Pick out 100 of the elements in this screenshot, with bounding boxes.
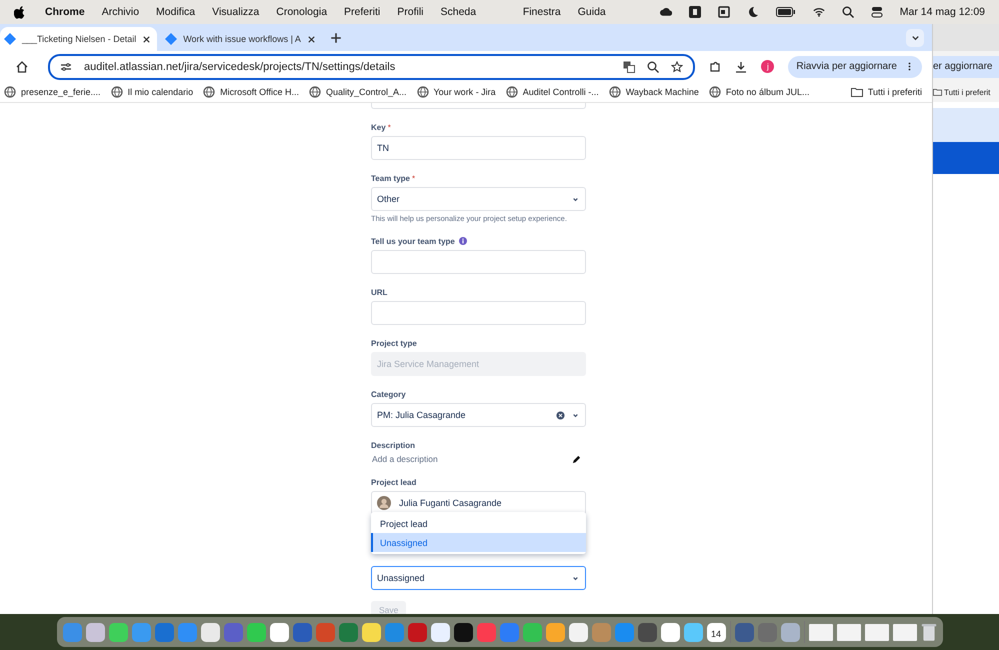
description-placeholder[interactable]: Add a description <box>372 454 438 464</box>
window-thumbnail[interactable] <box>808 624 832 640</box>
bookmark[interactable]: presenze_e_ferie.... <box>4 86 101 98</box>
app-icon[interactable] <box>86 622 104 642</box>
text-field[interactable] <box>371 301 586 325</box>
globe-icon <box>4 86 16 98</box>
chevron-icon <box>910 33 920 42</box>
menu-item[interactable]: Archivio <box>102 6 140 18</box>
dropdown-option[interactable]: Project lead <box>371 514 586 533</box>
bookmark[interactable]: Microsoft Office H... <box>203 86 299 98</box>
bookmark[interactable]: Your work - Jira <box>416 86 496 98</box>
address-bar[interactable]: auditel.atlassian.net/jira/servicedesk/projects/TN/settings/details <box>48 54 696 80</box>
download-icon[interactable] <box>735 60 748 72</box>
field-label: Project lead <box>371 478 416 486</box>
app-icon[interactable] <box>638 622 656 642</box>
globe-icon <box>708 86 721 98</box>
control-center-icon[interactable] <box>870 6 883 18</box>
select-field[interactable]: PM: Julia Casagrande <box>371 403 586 427</box>
text-field[interactable]: TN <box>371 136 586 160</box>
search-icon[interactable] <box>842 6 854 18</box>
field-label: Team type <box>371 174 410 182</box>
battery-icon[interactable] <box>776 6 796 18</box>
bookmark[interactable]: Auditel Controlli -... <box>506 86 599 98</box>
header-bar <box>933 142 999 174</box>
menu-item[interactable]: Cronologia <box>276 6 328 18</box>
app-icon[interactable] <box>684 622 702 642</box>
select-field[interactable]: Unassigned <box>371 566 586 590</box>
folder-icon <box>933 86 942 98</box>
menu-item[interactable]: Profili <box>397 6 424 18</box>
required-marker: * <box>412 174 416 182</box>
text-field[interactable] <box>371 103 586 109</box>
translate-icon[interactable] <box>623 60 636 72</box>
folder-icon <box>850 86 863 98</box>
field-label: Description <box>371 440 416 450</box>
site-settings-icon[interactable] <box>60 60 72 72</box>
wifi-icon[interactable] <box>812 6 825 18</box>
moon-icon[interactable] <box>746 6 759 18</box>
cloud-icon[interactable] <box>660 6 672 18</box>
app-icon[interactable] <box>430 622 450 642</box>
field-label: Project type <box>371 338 417 348</box>
menu-item[interactable]: Preferiti <box>344 6 380 18</box>
calendar-app-icon[interactable]: 14 <box>706 622 726 642</box>
document-icon[interactable] <box>718 6 730 18</box>
user-avatar-icon <box>377 496 391 510</box>
menu-item[interactable]: Scheda <box>440 6 476 18</box>
app-menu[interactable]: Chrome <box>45 6 85 18</box>
readonly-field: Jira Service Management <box>371 352 586 376</box>
close-icon[interactable] <box>142 34 152 44</box>
profile-avatar[interactable]: j <box>761 60 774 73</box>
globe-icon <box>308 86 321 98</box>
zoom-icon[interactable] <box>647 60 660 72</box>
update-button[interactable]: Riavvia per aggiornare <box>788 56 922 78</box>
menu-item[interactable]: Guida <box>578 6 606 18</box>
required-marker: * <box>388 122 391 132</box>
jira-logo-icon <box>165 33 178 45</box>
jira-logo-icon <box>4 33 16 45</box>
app-icon[interactable] <box>454 622 472 642</box>
field-label: Tell us your team type <box>371 236 455 246</box>
globe-icon <box>416 86 428 98</box>
window-thumbnail[interactable] <box>864 624 888 640</box>
apple-icon[interactable] <box>14 6 25 18</box>
menu-item[interactable]: Visualizza <box>212 6 260 18</box>
bookmark[interactable]: Wayback Machine <box>608 86 699 98</box>
clock[interactable]: Mar 14 mag 12:09 <box>900 6 985 18</box>
pencil-icon[interactable] <box>572 454 581 464</box>
menu-item[interactable]: Modifica <box>156 6 196 18</box>
app-icon[interactable] <box>660 622 680 642</box>
star-icon[interactable] <box>671 60 684 72</box>
home-icon[interactable] <box>16 60 28 72</box>
app-icon[interactable] <box>362 622 380 642</box>
tab-search-button[interactable] <box>906 28 924 46</box>
bookmark[interactable]: Foto no álbum JUL... <box>708 86 810 98</box>
field-label: Key <box>371 122 386 132</box>
dropdown-option[interactable]: Unassigned <box>371 533 586 552</box>
window-thumbnail[interactable] <box>836 624 860 640</box>
globe-icon <box>110 86 123 98</box>
menu-item[interactable]: Finestra <box>522 6 561 18</box>
close-icon[interactable] <box>306 34 316 44</box>
new-tab-icon[interactable] <box>330 32 342 44</box>
globe-icon <box>203 86 216 98</box>
all-bookmarks-button[interactable]: Tutti i preferiti <box>850 86 922 98</box>
text-field[interactable] <box>371 250 586 274</box>
browser-tab[interactable]: ___Ticketing Nielsen - Detail <box>0 27 158 51</box>
clear-icon[interactable] <box>556 410 565 420</box>
select-field[interactable]: Other <box>371 187 586 211</box>
info-icon[interactable] <box>458 237 467 245</box>
trash-icon[interactable] <box>920 622 936 642</box>
app-icon[interactable] <box>270 622 288 642</box>
globe-icon <box>608 86 621 98</box>
notice-banner <box>933 108 999 142</box>
bookmark[interactable]: Quality_Control_A... <box>308 86 406 98</box>
browser-tab[interactable]: Work with issue workflows | A <box>161 27 322 51</box>
bookmark[interactable]: Il mio calendario <box>110 86 194 98</box>
globe-icon <box>506 86 518 98</box>
app-icon[interactable] <box>568 622 588 642</box>
field-label: URL <box>371 288 388 296</box>
field-label: Category <box>371 390 406 398</box>
update-button[interactable]: er aggiornare <box>933 56 999 78</box>
app-icon[interactable] <box>200 622 220 642</box>
window-thumbnail[interactable] <box>892 624 916 640</box>
